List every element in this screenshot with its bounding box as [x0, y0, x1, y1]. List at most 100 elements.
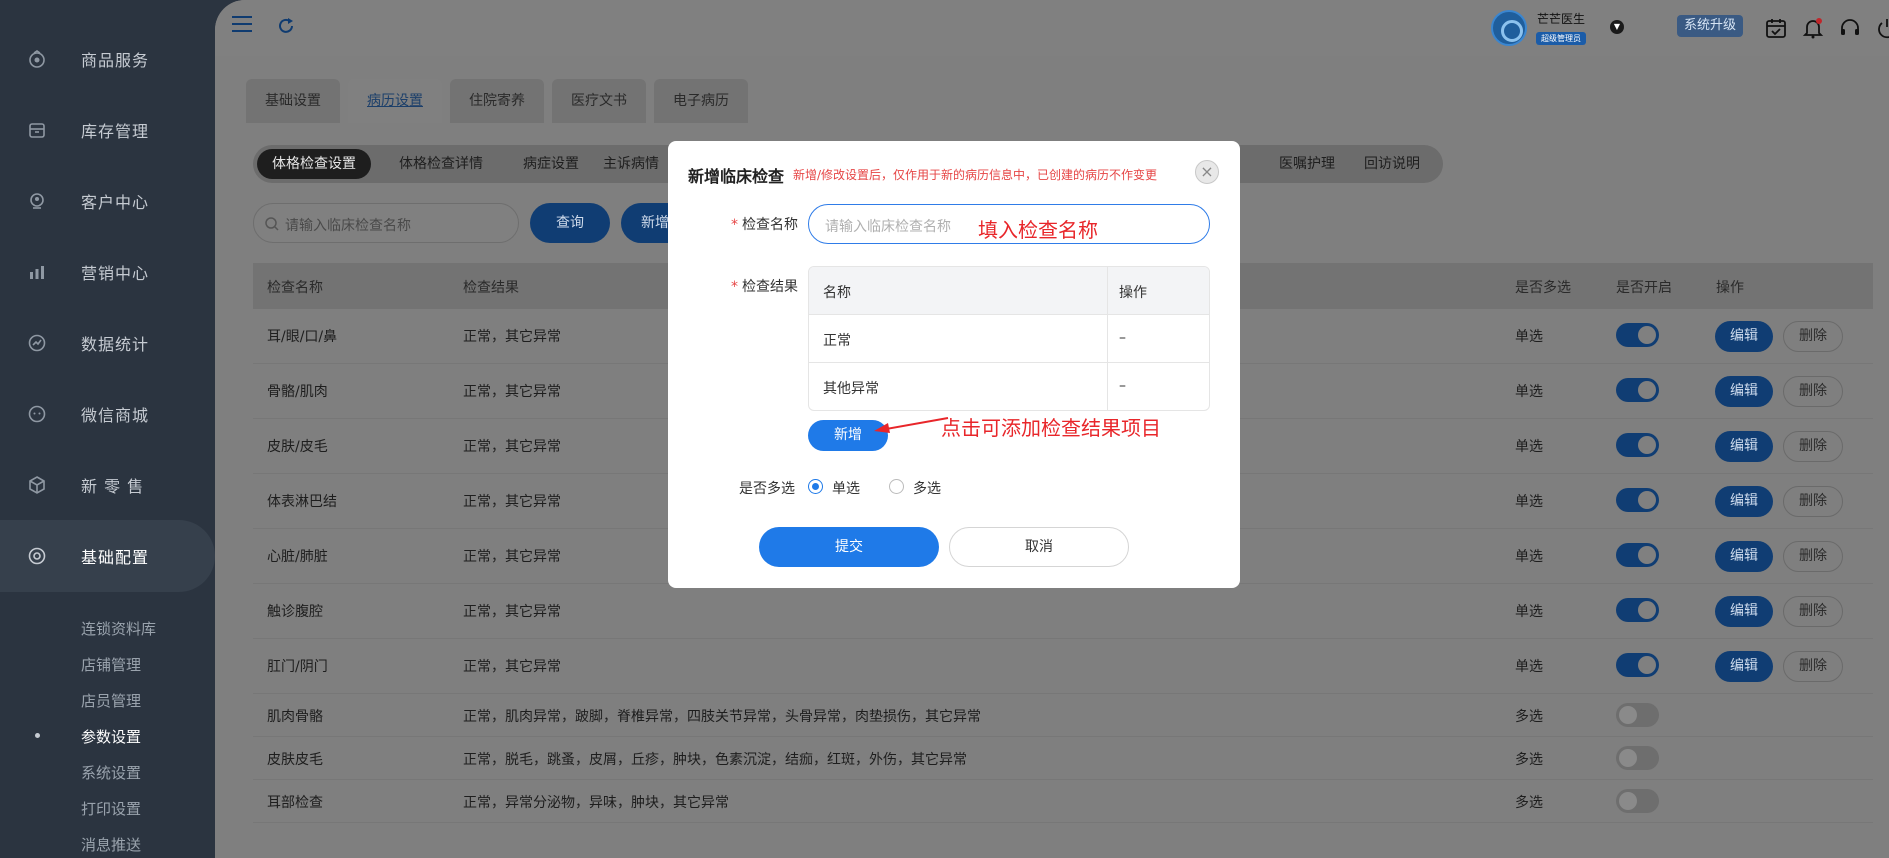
- annotation-add-hint: 点击可添加检查结果项目: [941, 416, 1161, 440]
- cell-multi: 单选: [1515, 549, 1543, 565]
- enabled-toggle[interactable]: [1616, 433, 1659, 457]
- enabled-toggle[interactable]: [1616, 653, 1659, 677]
- inventory-icon: [27, 120, 47, 140]
- bell-icon[interactable]: [1802, 17, 1824, 39]
- enabled-toggle[interactable]: [1616, 703, 1659, 727]
- menu-icon[interactable]: [232, 15, 252, 37]
- cell-exam-result: 正常，其它异常: [463, 384, 561, 400]
- sidebar-sub-chain-library[interactable]: 连锁资料库: [81, 618, 156, 639]
- cell-exam-name: 皮肤皮毛: [267, 752, 323, 768]
- tab-medical-record-settings[interactable]: 病历设置: [348, 79, 442, 123]
- edit-button[interactable]: 编辑: [1715, 486, 1773, 517]
- radio-single-label[interactable]: 单选: [832, 478, 860, 498]
- close-icon[interactable]: ×: [1195, 160, 1219, 184]
- calendar-icon[interactable]: [1765, 17, 1787, 39]
- table-row: 触诊腹腔 正常，其它异常 单选 编辑 删除: [253, 584, 1873, 639]
- enabled-toggle[interactable]: [1616, 488, 1659, 512]
- search-input[interactable]: 请输入临床检查名称: [253, 203, 519, 243]
- radio-multi[interactable]: [889, 479, 904, 494]
- submit-button[interactable]: 提交: [759, 527, 939, 567]
- system-upgrade-button[interactable]: 系统升级: [1677, 15, 1744, 37]
- edit-button[interactable]: 编辑: [1715, 376, 1773, 407]
- sidebar-item-goods[interactable]: 商品服务: [0, 29, 215, 89]
- edit-button[interactable]: 编辑: [1715, 651, 1773, 682]
- retail-icon: [27, 475, 47, 495]
- cell-exam-result: 正常，其它异常: [463, 329, 561, 345]
- chevron-down-icon[interactable]: ▼: [1610, 20, 1624, 34]
- enabled-toggle[interactable]: [1616, 789, 1659, 813]
- cell-exam-name: 肛门/阴门: [267, 659, 328, 675]
- enabled-toggle[interactable]: [1616, 543, 1659, 567]
- delete-button[interactable]: 删除: [1783, 431, 1843, 462]
- subtab-chief-complaint[interactable]: 主诉病情: [588, 149, 674, 179]
- sidebar-sub-message-push[interactable]: 消息推送: [81, 834, 141, 855]
- tab-hospitalization[interactable]: 住院寄养: [450, 79, 544, 123]
- subtab-follow-up[interactable]: 回访说明: [1349, 149, 1435, 179]
- subtab-physical-exam-settings[interactable]: 体格检查设置: [257, 149, 371, 179]
- search-placeholder: 请输入临床检查名称: [285, 218, 411, 234]
- sidebar-item-customer[interactable]: 客户中心: [0, 171, 215, 231]
- query-button[interactable]: 查询: [530, 203, 610, 243]
- tab-medical-documents[interactable]: 医疗文书: [552, 79, 646, 123]
- result-col-name: 名称: [823, 285, 851, 301]
- sidebar-sub-store[interactable]: 店铺管理: [81, 654, 141, 675]
- edit-button[interactable]: 编辑: [1715, 541, 1773, 572]
- column-divider: [1107, 267, 1108, 410]
- enabled-toggle[interactable]: [1616, 746, 1659, 770]
- subtab-physical-exam-details[interactable]: 体格检查详情: [384, 149, 498, 179]
- table-row: 肌肉骨骼 正常，肌肉异常，跛脚，脊椎异常，四肢关节异常，头骨异常，肉垫损伤，其它异…: [253, 694, 1873, 737]
- sidebar-sub-system[interactable]: 系统设置: [81, 762, 141, 783]
- cell-multi: 多选: [1515, 752, 1543, 768]
- delete-button[interactable]: 删除: [1783, 486, 1843, 517]
- power-icon[interactable]: [1876, 17, 1889, 39]
- sidebar-item-inventory[interactable]: 库存管理: [0, 100, 215, 160]
- sidebar-sub-staff[interactable]: 店员管理: [81, 690, 141, 711]
- delete-button[interactable]: 删除: [1783, 321, 1843, 352]
- sidebar-item-label: 基础配置: [81, 548, 150, 567]
- headset-icon[interactable]: [1839, 17, 1861, 39]
- edit-button[interactable]: 编辑: [1715, 321, 1773, 352]
- exam-name-placeholder: 请输入临床检查名称: [825, 219, 951, 235]
- enabled-toggle[interactable]: [1616, 378, 1659, 402]
- result-name: 其他异常: [823, 381, 879, 397]
- sidebar-item-retail[interactable]: 新 零 售: [0, 455, 215, 515]
- radio-multi-label[interactable]: 多选: [913, 478, 941, 498]
- tab-electronic-records[interactable]: 电子病历: [654, 79, 748, 123]
- avatar[interactable]: [1491, 10, 1527, 46]
- delete-button[interactable]: 删除: [1783, 376, 1843, 407]
- cell-exam-result: 正常，其它异常: [463, 439, 561, 455]
- col-header-name: 检查名称: [267, 280, 323, 296]
- cell-exam-result: 正常，其它异常: [463, 494, 561, 510]
- refresh-icon[interactable]: [277, 17, 295, 39]
- enabled-toggle[interactable]: [1616, 598, 1659, 622]
- cell-exam-name: 耳部检查: [267, 795, 323, 811]
- user-role-badge: 超级管理员: [1536, 32, 1586, 45]
- settings-icon: [27, 546, 47, 566]
- cell-multi: 多选: [1515, 795, 1543, 811]
- edit-button[interactable]: 编辑: [1715, 596, 1773, 627]
- cell-multi: 单选: [1515, 384, 1543, 400]
- sidebar-item-label: 库存管理: [81, 122, 150, 141]
- sidebar-item-statistics[interactable]: 数据统计: [0, 313, 215, 373]
- radio-single[interactable]: [808, 479, 823, 494]
- sidebar-sub-parameters[interactable]: 参数设置: [81, 726, 141, 747]
- cell-exam-result: 正常，其它异常: [463, 549, 561, 565]
- edit-button[interactable]: 编辑: [1715, 431, 1773, 462]
- cancel-button[interactable]: 取消: [949, 527, 1129, 567]
- delete-button[interactable]: 删除: [1783, 541, 1843, 572]
- cell-exam-name: 肌肉骨骼: [267, 709, 323, 725]
- delete-button[interactable]: 删除: [1783, 596, 1843, 627]
- delete-button[interactable]: 删除: [1783, 651, 1843, 682]
- sidebar-sub-print[interactable]: 打印设置: [81, 798, 141, 819]
- subtab-medical-advice[interactable]: 医嘱护理: [1264, 149, 1350, 179]
- sidebar-item-label: 数据统计: [81, 335, 150, 354]
- tab-basic-settings[interactable]: 基础设置: [246, 79, 340, 123]
- sidebar-item-basic-config[interactable]: 基础配置: [0, 520, 215, 592]
- subtab-disease-settings[interactable]: 病症设置: [508, 149, 594, 179]
- sidebar-item-marketing[interactable]: 营销中心: [0, 242, 215, 302]
- annotation-arrow: [874, 417, 949, 433]
- table-row: 皮肤皮毛 正常，脱毛，跳蚤，皮屑，丘疹，肿块，色素沉淀，结痂，红斑，外伤，其它异常…: [253, 737, 1873, 780]
- enabled-toggle[interactable]: [1616, 323, 1659, 347]
- customer-icon: [27, 191, 47, 211]
- sidebar-item-wechat-mall[interactable]: 微信商城: [0, 384, 215, 444]
